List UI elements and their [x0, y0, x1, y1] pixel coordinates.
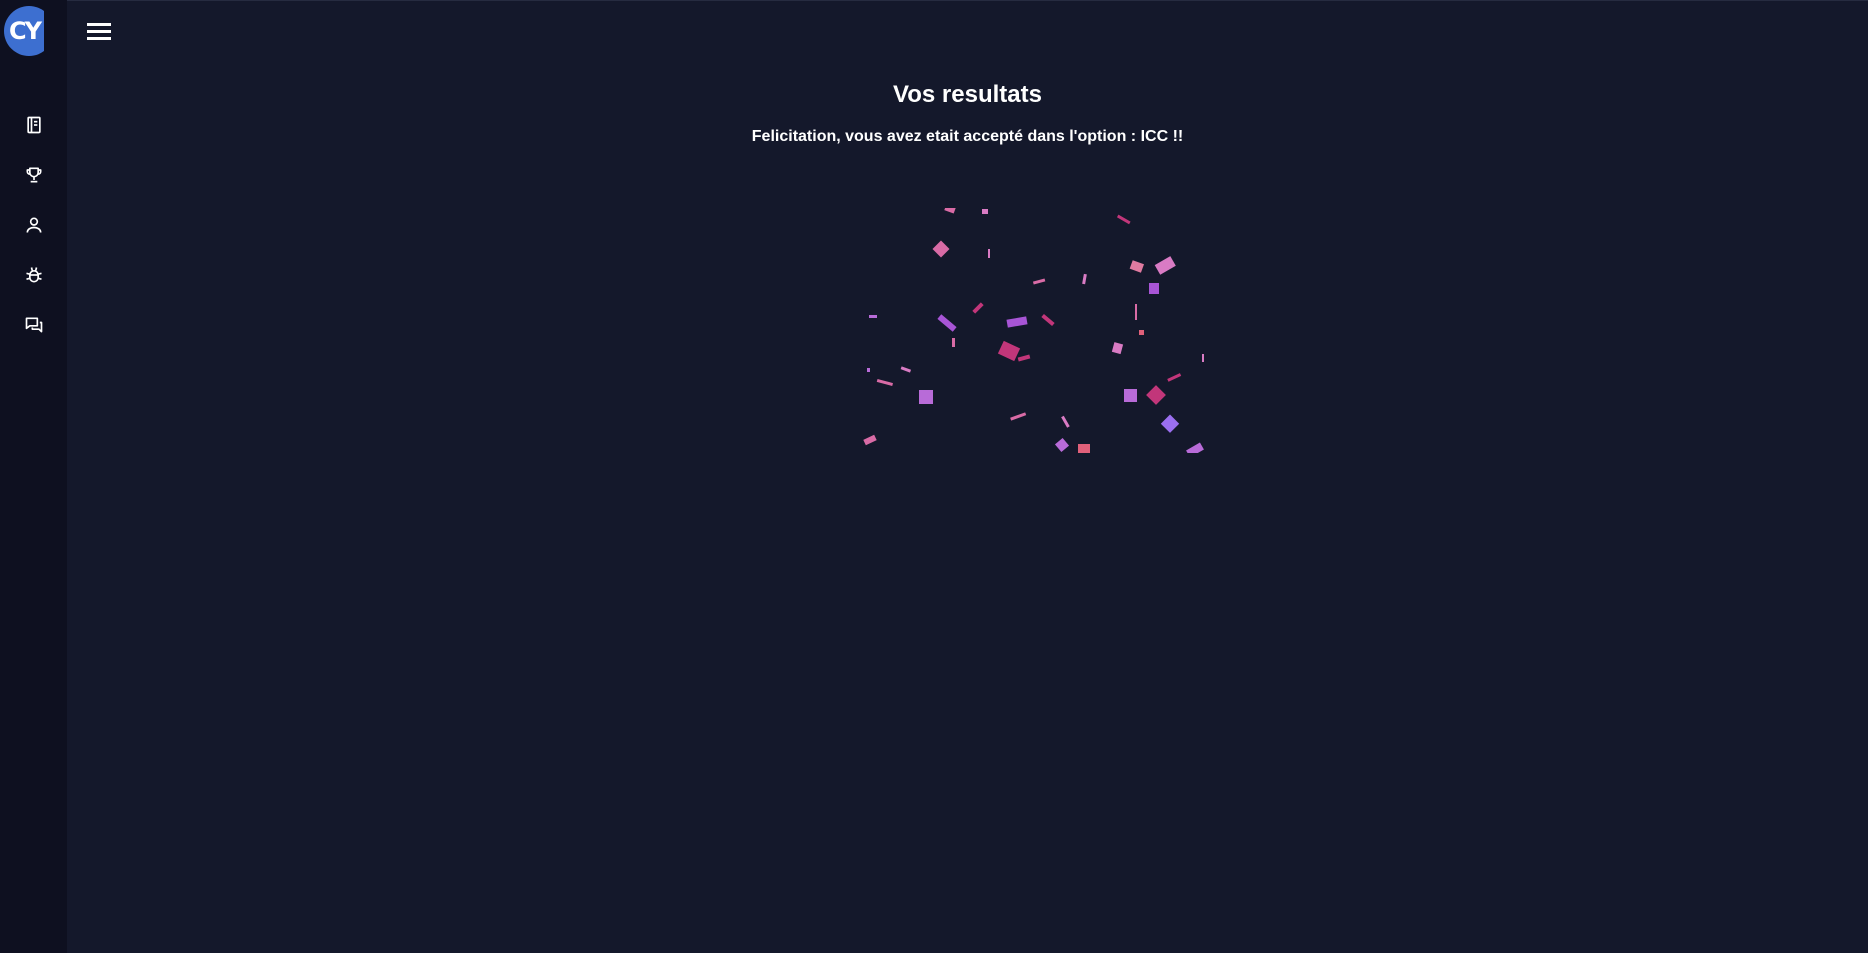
- confetti-piece: [876, 378, 893, 387]
- confetti-piece: [1111, 342, 1124, 355]
- result-message: Felicitation, vous avez etait accepté da…: [751, 128, 1184, 145]
- confetti-piece: [982, 209, 988, 214]
- confetti-piece: [1202, 354, 1204, 362]
- confetti-piece: [1154, 256, 1176, 275]
- confetti-piece: [1139, 330, 1144, 335]
- chat-icon: [25, 317, 42, 333]
- confetti-piece: [900, 366, 912, 373]
- confetti-piece: [997, 340, 1021, 362]
- sidebar-item-bug[interactable]: [0, 250, 67, 300]
- sidebar-item-courses[interactable]: [0, 100, 67, 150]
- confetti-piece: [1135, 304, 1137, 320]
- confetti-piece: [1017, 354, 1031, 362]
- confetti-piece: [1054, 437, 1070, 453]
- confetti-animation: [863, 208, 1204, 453]
- confetti-piece: [1078, 444, 1090, 453]
- confetti-pieces: [863, 208, 1204, 453]
- confetti-piece: [1082, 273, 1087, 285]
- confetti-piece: [863, 434, 877, 446]
- main-content: Vos resultats Felicitation, vous avez et…: [67, 62, 1868, 953]
- confetti-piece: [869, 315, 877, 318]
- book-icon: [26, 116, 41, 134]
- sidebar-item-profile[interactable]: [0, 200, 67, 250]
- confetti-piece: [1061, 415, 1070, 428]
- confetti-piece: [1041, 313, 1055, 327]
- sidebar-nav: [0, 100, 67, 350]
- confetti-piece: [1006, 316, 1028, 328]
- confetti-piece: [972, 302, 984, 314]
- confetti-piece: [952, 338, 955, 347]
- logo[interactable]: CY: [4, 6, 44, 56]
- trophy-icon: [26, 167, 42, 183]
- confetti-piece: [932, 240, 950, 258]
- sidebar-item-messages[interactable]: [0, 300, 67, 350]
- bug-icon: [25, 267, 42, 283]
- user-icon: [26, 217, 41, 233]
- confetti-piece: [944, 208, 956, 214]
- confetti-piece: [1032, 278, 1046, 285]
- confetti-piece: [1010, 412, 1027, 421]
- menu-toggle-button[interactable]: [85, 19, 113, 45]
- confetti-piece: [1167, 373, 1182, 382]
- logo-text: CY: [9, 17, 42, 45]
- confetti-piece: [988, 249, 990, 258]
- confetti-piece: [1160, 414, 1180, 433]
- confetti-piece: [1129, 260, 1145, 273]
- sidebar-item-results[interactable]: [0, 150, 67, 200]
- confetti-piece: [919, 390, 933, 404]
- confetti-piece: [937, 314, 957, 332]
- confetti-piece: [1116, 214, 1131, 225]
- hamburger-menu-icon: [87, 23, 111, 40]
- confetti-piece: [1149, 283, 1159, 294]
- sidebar: CY: [0, 0, 67, 953]
- page-title: Vos resultats: [893, 81, 1042, 108]
- confetti-piece: [1146, 385, 1166, 405]
- confetti-piece: [1186, 442, 1204, 453]
- confetti-piece: [867, 368, 870, 372]
- topbar: [67, 0, 1868, 62]
- confetti-piece: [1124, 389, 1137, 402]
